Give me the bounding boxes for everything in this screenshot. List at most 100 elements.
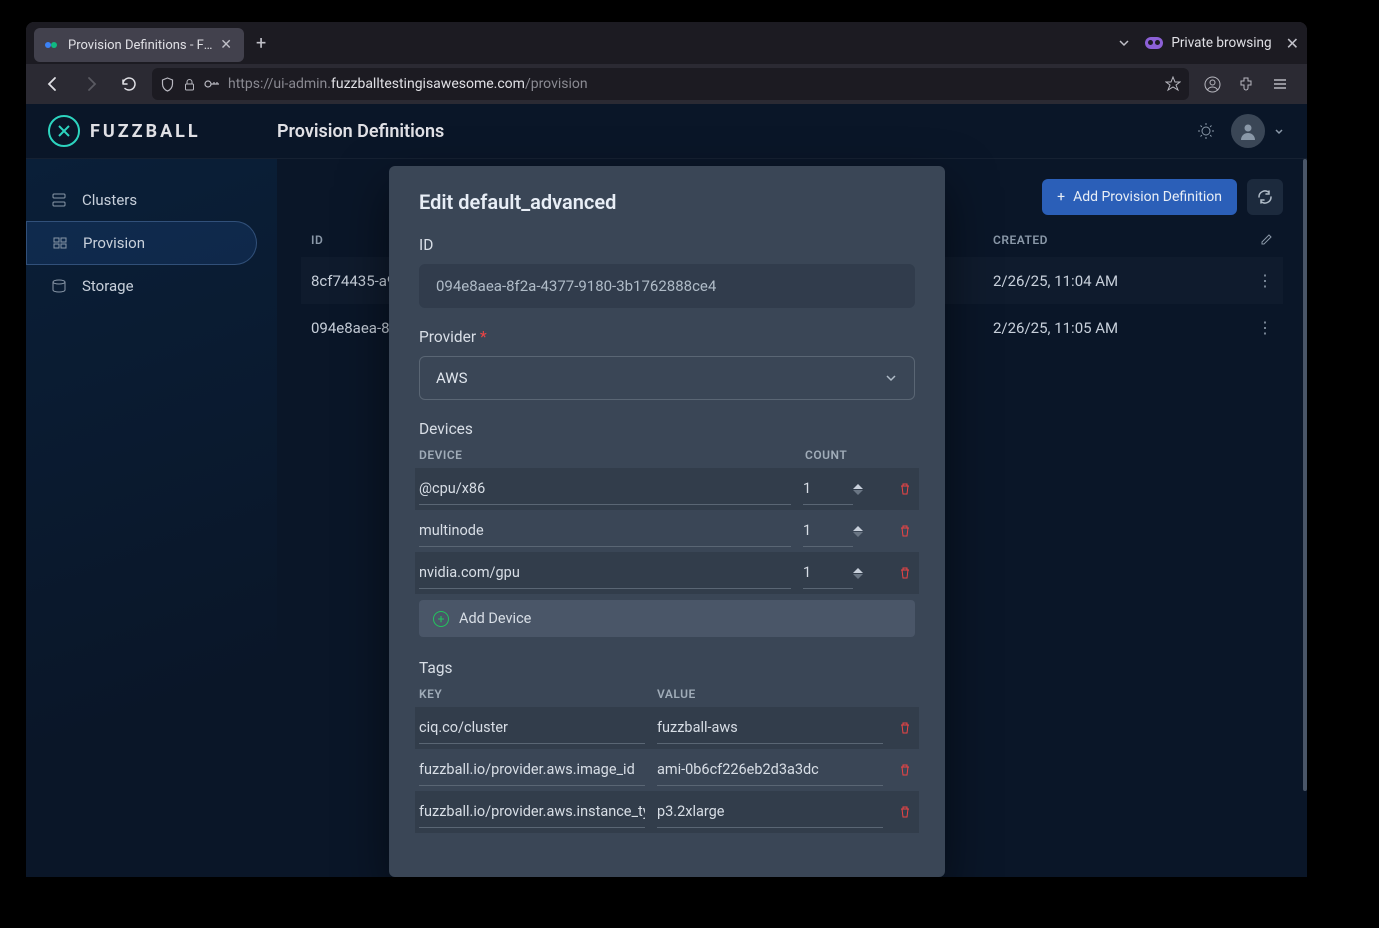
bookmark-icon[interactable] [1165,76,1181,92]
tags-header: KEY VALUE [419,687,915,701]
refresh-icon [1257,189,1273,205]
add-provision-definition-button[interactable]: + Add Provision Definition [1042,179,1237,215]
cell-created: 2/26/25, 11:04 AM [993,272,1243,290]
delete-device-button[interactable] [895,482,915,496]
nav-bar: https://ui-admin.fuzzballtestingisawesom… [26,64,1307,104]
app-header: FUZZBALL Provision Definitions [26,104,1307,159]
browser-tab[interactable]: Provision Definitions - Fu… ✕ [34,28,244,62]
storage-icon [50,278,68,294]
tag-row [415,791,919,833]
private-browsing-label: Private browsing [1171,35,1271,51]
tag-row [415,707,919,749]
provider-select[interactable]: AWS [419,356,915,400]
refresh-button[interactable] [1247,179,1283,215]
device-count-input[interactable] [803,557,853,589]
sidebar-item-provision[interactable]: Provision [26,221,257,265]
scrollbar[interactable] [1303,159,1307,791]
close-window-button[interactable]: ✕ [1286,34,1299,53]
delete-tag-button[interactable] [895,805,915,819]
favicon-icon [44,37,60,53]
provision-icon [51,235,69,251]
extensions-icon[interactable] [1231,69,1261,99]
trash-icon [898,721,912,735]
sidebar-item-storage[interactable]: Storage [26,265,277,307]
devices-header: DEVICE COUNT [419,448,915,462]
device-name-input[interactable] [419,473,791,505]
key-icon [204,79,220,89]
delete-device-button[interactable] [895,566,915,580]
device-count-input[interactable] [803,515,853,547]
row-actions-button[interactable]: ⋮ [1243,271,1273,290]
close-icon[interactable]: ✕ [216,35,236,55]
step-down-icon[interactable] [853,532,863,537]
mask-icon [1145,37,1163,49]
user-menu[interactable] [1231,114,1285,148]
account-icon[interactable] [1197,69,1227,99]
menu-icon[interactable] [1265,69,1295,99]
device-row [415,468,919,510]
delete-device-button[interactable] [895,524,915,538]
app: FUZZBALL Provision Definitions [26,104,1307,877]
page-title: Provision Definitions [277,121,1197,142]
devices-label: Devices [419,420,915,438]
id-field: 094e8aea-8f2a-4377-9180-3b1762888ce4 [419,264,915,308]
chevron-down-icon [1273,125,1285,137]
theme-toggle-icon[interactable] [1197,122,1215,140]
device-count-input[interactable] [803,473,853,505]
brand-text: FUZZBALL [90,121,201,142]
tag-value-input[interactable] [657,796,883,828]
key-column-header: KEY [419,687,657,701]
step-up-icon[interactable] [853,526,863,531]
delete-tag-button[interactable] [895,721,915,735]
tag-key-input[interactable] [419,712,645,744]
plus-icon: + [1057,189,1065,205]
id-label: ID [419,236,915,254]
back-button[interactable] [38,69,68,99]
tag-key-input[interactable] [419,796,645,828]
trash-icon [898,566,912,580]
provider-value: AWS [436,369,468,387]
trash-icon [898,763,912,777]
count-stepper[interactable] [853,568,863,579]
add-device-button[interactable]: + Add Device [419,600,915,637]
column-header-created: CREATED [993,233,1243,247]
add-device-label: Add Device [459,610,531,627]
clusters-icon [50,192,68,208]
sidebar: Clusters Provision Storage [26,159,277,877]
sidebar-item-label: Storage [82,277,134,295]
device-name-input[interactable] [419,557,791,589]
sidebar-item-clusters[interactable]: Clusters [26,179,277,221]
cell-created: 2/26/25, 11:05 AM [993,319,1243,337]
forward-button[interactable] [76,69,106,99]
reload-button[interactable] [114,69,144,99]
provider-label: Provider * [419,328,915,346]
count-stepper[interactable] [853,526,863,537]
column-header-actions[interactable] [1243,233,1273,247]
step-up-icon[interactable] [853,484,863,489]
modal-title: Edit default_advanced [419,190,915,214]
private-browsing-badge: Private browsing [1145,35,1271,51]
step-up-icon[interactable] [853,568,863,573]
logo[interactable]: FUZZBALL [48,115,277,147]
delete-tag-button[interactable] [895,763,915,777]
count-stepper[interactable] [853,484,863,495]
sidebar-item-label: Provision [83,234,145,252]
trash-icon [898,524,912,538]
tag-key-input[interactable] [419,754,645,786]
step-down-icon[interactable] [853,574,863,579]
step-down-icon[interactable] [853,490,863,495]
tag-value-input[interactable] [657,754,883,786]
tabs-dropdown-icon[interactable] [1117,36,1131,50]
url-text: https://ui-admin.fuzzballtestingisawesom… [228,76,1157,92]
device-name-input[interactable] [419,515,791,547]
count-column-header: COUNT [805,448,915,462]
edit-modal: Edit default_advanced ID 094e8aea-8f2a-4… [389,166,945,877]
avatar-icon [1231,114,1265,148]
tag-value-input[interactable] [657,712,883,744]
plus-circle-icon: + [433,611,449,627]
new-tab-button[interactable]: + [244,27,278,60]
shield-icon [160,77,175,92]
row-actions-button[interactable]: ⋮ [1243,318,1273,337]
url-bar[interactable]: https://ui-admin.fuzzballtestingisawesom… [152,68,1189,100]
trash-icon [898,805,912,819]
